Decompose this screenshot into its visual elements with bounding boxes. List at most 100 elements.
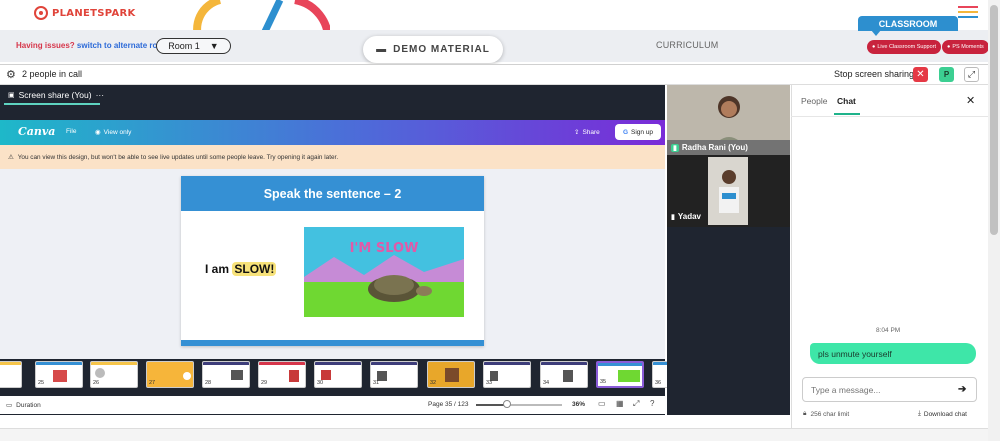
slide-sentence: I am SLOW! xyxy=(205,262,277,276)
slide-thumbnail[interactable]: 31 xyxy=(370,361,418,388)
canva-footer xyxy=(0,396,665,414)
page-number: Page 35 / 123 xyxy=(428,401,469,408)
download-chat-button[interactable]: ⤓ Download chat xyxy=(918,410,967,418)
caret-down-icon: ▼ xyxy=(209,41,219,51)
curriculum-tab[interactable]: CURRICULUM xyxy=(656,40,719,50)
screen-share-tab[interactable]: ▣ Screen share (You) ··· xyxy=(8,90,104,100)
menu-icon[interactable] xyxy=(958,6,978,21)
participant-tile: ▮ Yadav xyxy=(667,155,790,227)
zoom-slider-handle[interactable] xyxy=(502,400,511,408)
view-only-label: View only xyxy=(103,128,132,136)
share-label: Share xyxy=(582,128,600,136)
participant-name: Radha Rani (You) xyxy=(681,143,748,152)
canva-signup-button[interactable]: G Sign up xyxy=(615,124,661,140)
issues-notice: Having issues? switch to alternate room xyxy=(16,41,170,50)
room-selector[interactable]: Room 1 ▼ xyxy=(156,38,231,54)
rocket-icon xyxy=(34,6,48,20)
upload-icon: ⇪ xyxy=(574,129,580,136)
grid-view-icon[interactable]: ▦ xyxy=(616,399,624,408)
ps-moments-label: PS Moments xyxy=(952,44,984,50)
live-support-label: Live Classroom Support xyxy=(877,44,937,50)
screen-icon: ▣ xyxy=(8,92,15,99)
classroom-tab[interactable]: CLASSROOM xyxy=(858,16,958,31)
zoom-level: 36% xyxy=(572,401,586,408)
download-chat-label: Download chat xyxy=(923,410,967,418)
folder-icon: ▬ xyxy=(376,44,388,55)
signup-label: Sign up xyxy=(631,128,654,136)
slide-thumbnail[interactable]: 33 xyxy=(483,361,531,388)
lock-icon: 🔒︎ xyxy=(803,410,807,417)
timer-icon: ▭ xyxy=(6,402,13,409)
char-limit-note: 🔒︎ 256 char limit xyxy=(803,410,849,418)
slide-thumbnail[interactable] xyxy=(0,361,22,388)
sentence-prefix: I am xyxy=(205,262,230,276)
logo-text: PLANETSPARK xyxy=(52,7,136,19)
chat-message-input[interactable] xyxy=(802,377,977,402)
more-options-icon[interactable]: ··· xyxy=(96,90,105,100)
canva-logo[interactable]: Canva xyxy=(18,125,55,138)
canva-file-menu[interactable]: File xyxy=(66,128,76,135)
people-in-call-text: 2 people in call xyxy=(22,69,83,79)
bottom-toolbar xyxy=(0,428,988,441)
slide-thumbnail-current[interactable]: 35 xyxy=(596,361,644,388)
gear-icon[interactable]: ⚙ xyxy=(6,68,16,81)
message-timestamp: 8:04 PM xyxy=(876,327,901,334)
close-icon: ✕ xyxy=(916,69,925,80)
download-icon: ⤓ xyxy=(918,410,921,417)
info-icon: ● xyxy=(947,44,951,50)
scrollbar-thumb[interactable] xyxy=(990,5,998,235)
participant-label: ▮ Radha Rani (You) xyxy=(667,140,790,155)
screen-share-label: Screen share (You) xyxy=(18,90,92,100)
chat-tab-underline xyxy=(834,113,860,115)
eye-icon: ◉ xyxy=(95,129,101,136)
slide-title: Speak the sentence – 2 xyxy=(181,176,484,211)
tab-underline xyxy=(4,103,100,105)
duration-button[interactable]: ▭ Duration xyxy=(6,401,41,410)
info-icon: ● xyxy=(872,44,876,50)
stop-sharing-button[interactable]: ✕ xyxy=(913,67,928,82)
warning-message: ⚠ You can view this design, but won't be… xyxy=(8,153,339,162)
help-icon[interactable]: ? xyxy=(650,399,654,408)
canva-view-only[interactable]: ◉ View only xyxy=(95,128,132,137)
slide-thumbnail[interactable]: 29 xyxy=(258,361,306,388)
canva-share-button[interactable]: ⇪ Share xyxy=(574,128,600,137)
demo-material-label: DEMO MATERIAL xyxy=(393,44,490,55)
tortoise-illustration: I'M SLOW xyxy=(304,227,464,317)
image-caption: I'M SLOW xyxy=(350,241,419,256)
stop-sharing-label[interactable]: Stop screen sharing xyxy=(834,69,914,79)
slide-thumbnail[interactable]: 32 xyxy=(427,361,475,388)
tab-people[interactable]: People xyxy=(801,96,827,106)
planetspark-logo[interactable]: PLANETSPARK xyxy=(34,6,136,20)
chat-message: pls unmute yourself xyxy=(810,343,976,364)
mic-icon: ▮ xyxy=(671,213,675,221)
warning-icon: ⚠ xyxy=(8,154,14,161)
send-arrow-icon[interactable]: ➔ xyxy=(958,384,966,395)
close-icon[interactable]: ✕ xyxy=(966,94,975,107)
slide-thumbnail[interactable]: 30 xyxy=(314,361,362,388)
fullscreen-icon[interactable]: ⤢ xyxy=(964,67,979,82)
fullscreen-icon[interactable]: ⤢ xyxy=(633,399,639,409)
room-selector-value: Room 1 xyxy=(168,41,200,51)
notes-icon[interactable]: ▭ xyxy=(598,399,606,408)
participants-filler xyxy=(667,227,790,415)
slide-thumbnail[interactable]: 34 xyxy=(540,361,588,388)
tab-chat[interactable]: Chat xyxy=(837,96,856,106)
ps-moments-button[interactable]: ● PS Moments xyxy=(942,40,989,54)
slide-thumbnail[interactable]: 27 xyxy=(146,361,194,388)
live-support-button[interactable]: ● Live Classroom Support xyxy=(867,40,942,54)
chat-divider xyxy=(791,116,988,117)
participant-name: Yadav xyxy=(677,212,701,221)
participant-avatar-button[interactable]: P xyxy=(939,67,954,82)
mic-icon: ▮ xyxy=(671,143,679,152)
slide-footer-band xyxy=(181,340,484,346)
slide-thumbnail[interactable]: 25 xyxy=(35,361,83,388)
thumbnail-strip: 25 26 27 28 29 30 31 32 33 34 35 36 xyxy=(0,361,700,393)
char-limit-text: 256 char limit xyxy=(810,410,850,418)
sentence-highlight: SLOW! xyxy=(232,262,277,276)
slide-thumbnail[interactable]: 28 xyxy=(202,361,250,388)
duration-label: Duration xyxy=(16,401,41,409)
warning-text: You can view this design, but won't be a… xyxy=(17,153,339,161)
classroom-tab-pointer xyxy=(871,30,881,36)
demo-material-button[interactable]: ▬ DEMO MATERIAL xyxy=(363,36,503,63)
slide-thumbnail[interactable]: 26 xyxy=(90,361,138,388)
